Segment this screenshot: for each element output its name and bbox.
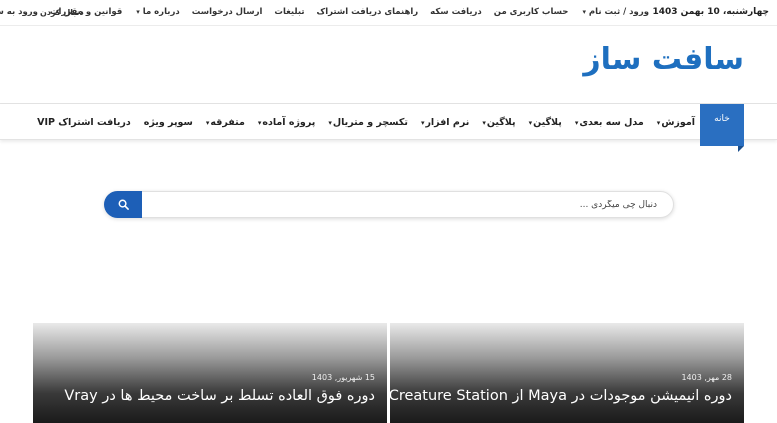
main-nav: خانه آموزش▾ مدل سه بعدی▾ پلاگین▾ پلاگین▾… <box>0 104 777 152</box>
post-card[interactable]: 15 شهریور, 1403 دوره فوق العاده تسلط بر … <box>33 323 387 423</box>
top-link-about-us[interactable]: درباره ما ▾ <box>134 7 179 17</box>
chevron-down-icon: ▾ <box>328 118 332 127</box>
chevron-down-icon: ▾ <box>528 118 533 127</box>
site-logo[interactable]: سافت ساز <box>583 42 744 77</box>
chevron-down-icon: ▾ <box>257 118 262 127</box>
nav-item-misc[interactable]: متفرقه▾ <box>206 117 245 128</box>
chevron-down-icon: ▾ <box>482 118 486 127</box>
top-link-subscription-guide[interactable]: راهنمای دریافت اشتراک <box>317 7 419 17</box>
nav-item-textures[interactable]: تکسچر و متریال▾ <box>328 117 408 128</box>
search-button[interactable] <box>104 191 142 218</box>
top-link-site-login[interactable]: ورود به سایت <box>0 7 38 17</box>
chevron-down-icon: ▾ <box>420 118 425 127</box>
post-date: 28 مهر, 1403 <box>681 373 732 382</box>
chevron-down-icon: ▾ <box>205 118 210 127</box>
nav-item-plugins-1[interactable]: پلاگین▾ <box>529 117 562 128</box>
main-nav-items: آموزش▾ مدل سه بعدی▾ پلاگین▾ پلاگین▾ نرم … <box>37 104 695 140</box>
nav-item-software[interactable]: نرم افزار▾ <box>421 117 469 128</box>
top-nav: ورود / ثبت نام ▾ حساب کاربری من دریافت س… <box>0 7 649 17</box>
chevron-down-icon: ▾ <box>574 118 579 127</box>
chevron-down-icon: ▾ <box>136 8 140 16</box>
chevron-down-icon: ▾ <box>582 8 586 16</box>
search-bar <box>104 191 674 218</box>
post-card[interactable]: 28 مهر, 1403 دوره انیمیشن موجودات در May… <box>390 323 744 423</box>
nav-item-vip-subscription[interactable]: دریافت اشتراک VIP <box>37 117 131 128</box>
chevron-down-icon: ▾ <box>656 118 661 127</box>
nav-home-tab[interactable]: خانه <box>700 104 744 152</box>
nav-item-3d-models[interactable]: مدل سه بعدی▾ <box>575 117 644 128</box>
post-title[interactable]: دوره فوق العاده تسلط بر ساخت محیط ها در … <box>64 388 375 404</box>
search-icon <box>118 199 129 210</box>
nav-item-super-special[interactable]: سوپر ویژه <box>144 117 193 128</box>
follow-button[interactable]: دنبال کردن <box>40 8 84 17</box>
top-link-get-coins[interactable]: دریافت سکه <box>430 7 482 17</box>
nav-item-ready-projects[interactable]: پروژه آماده▾ <box>258 117 315 128</box>
top-bar: چهارشنبه، 10 بهمن 1403 ورود / ثبت نام ▾ … <box>0 0 777 26</box>
post-date: 15 شهریور, 1403 <box>311 373 375 382</box>
top-link-my-account[interactable]: حساب کاربری من <box>494 7 569 17</box>
nav-item-education[interactable]: آموزش▾ <box>657 117 695 128</box>
nav-item-plugins-2[interactable]: پلاگین▾ <box>482 117 515 128</box>
search-input[interactable] <box>145 192 665 217</box>
top-link-ads[interactable]: تبلیغات <box>274 7 304 17</box>
post-title[interactable]: دوره انیمیشن موجودات در Maya از Creature… <box>390 388 732 404</box>
top-link-login-register[interactable]: ورود / ثبت نام ▾ <box>580 7 649 17</box>
current-date: چهارشنبه، 10 بهمن 1403 <box>652 7 769 17</box>
top-link-send-request[interactable]: ارسال درخواست <box>192 7 263 17</box>
